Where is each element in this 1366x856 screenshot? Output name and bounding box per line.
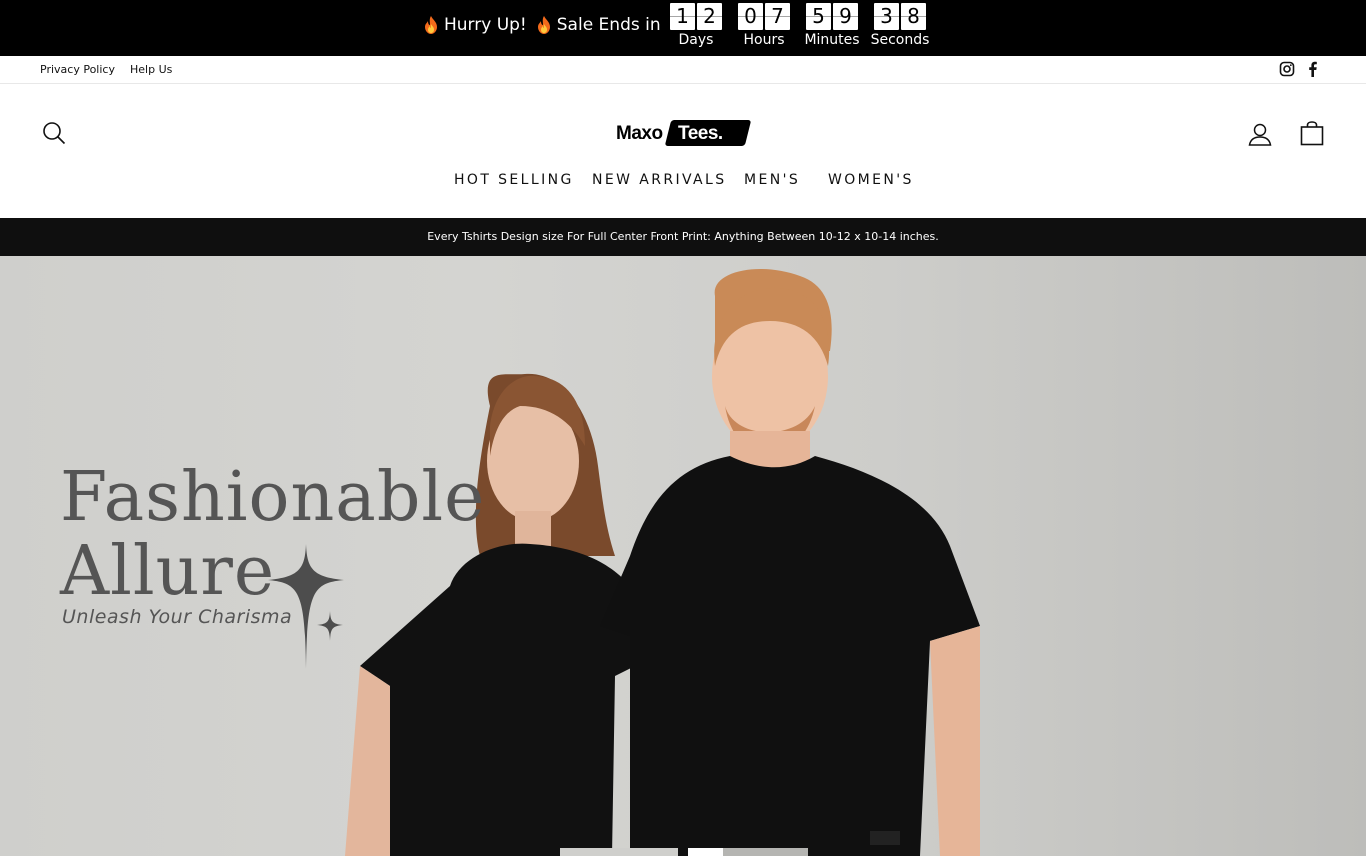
nav-womens[interactable]: WOMEN'S (828, 172, 914, 188)
countdown-hours: 0 7 Hours (730, 3, 798, 48)
sale-ends-text: Sale Ends in (556, 15, 661, 35)
countdown-days: 1 2 Days (662, 3, 730, 48)
countdown-digit: 0 (738, 3, 763, 30)
sparkle-small-icon (317, 611, 343, 641)
announcement-bar: Every Tshirts Design size For Full Cente… (0, 218, 1366, 256)
countdown-label: Seconds (870, 32, 930, 48)
slide-dot-active[interactable] (688, 848, 723, 856)
logo-text-tees: Tees. (678, 123, 723, 144)
slide-dot[interactable] (723, 848, 808, 856)
privacy-policy-link[interactable]: Privacy Policy (40, 63, 115, 76)
countdown-message: Hurry Up! Sale Ends in (424, 15, 661, 35)
hero-image-models (345, 268, 980, 856)
site-header: Maxo Tees. HOT SELLING NEW ARRIVALS MEN'… (0, 84, 1366, 218)
countdown-minutes: 5 9 Minutes (798, 3, 866, 48)
countdown-seconds: 3 8 Seconds (866, 3, 934, 48)
nav-mens[interactable]: MEN'S (744, 172, 800, 188)
help-us-link[interactable]: Help Us (130, 63, 172, 76)
flame-icon (424, 16, 438, 34)
countdown-digit: 2 (697, 3, 722, 30)
logo-text-maxo: Maxo (616, 123, 663, 144)
slideshow-dots (560, 848, 810, 856)
utility-bar: Privacy Policy Help Us (0, 56, 1366, 84)
account-icon[interactable] (1248, 122, 1272, 150)
countdown-bar: Hurry Up! Sale Ends in 1 2 Days 0 7 Hour… (0, 0, 1366, 56)
countdown-digit: 9 (833, 3, 858, 30)
hero-title-line2: Allure (60, 532, 276, 611)
countdown-label: Days (678, 32, 714, 48)
facebook-icon[interactable] (1305, 61, 1321, 77)
hurry-up-text: Hurry Up! (444, 15, 527, 35)
hero-banner[interactable]: Fashionable Allure Unleash Your Charisma (0, 256, 1366, 856)
instagram-icon[interactable] (1279, 61, 1295, 77)
countdown-digit: 3 (874, 3, 899, 30)
countdown-digit: 5 (806, 3, 831, 30)
countdown-label: Hours (743, 32, 785, 48)
nav-new-arrivals[interactable]: NEW ARRIVALS (592, 172, 727, 188)
main-nav: HOT SELLING NEW ARRIVALS MEN'S WOMEN'S (0, 172, 1366, 192)
countdown-timer: 1 2 Days 0 7 Hours 5 9 Minutes 3 8 Secon… (662, 3, 934, 48)
flame-icon (537, 16, 551, 34)
cart-icon[interactable] (1300, 121, 1324, 150)
countdown-label: Minutes (804, 32, 860, 48)
nav-hot-selling[interactable]: HOT SELLING (454, 172, 574, 188)
hero-title-line1: Fashionable (60, 458, 486, 537)
sparkle-icon (268, 544, 344, 669)
logo[interactable]: Maxo Tees. (616, 120, 752, 148)
slide-dot[interactable] (560, 848, 678, 856)
search-icon[interactable] (42, 121, 66, 149)
countdown-digit: 7 (765, 3, 790, 30)
countdown-digit: 1 (670, 3, 695, 30)
hero-subtitle: Unleash Your Charisma (62, 606, 293, 628)
countdown-digit: 8 (901, 3, 926, 30)
